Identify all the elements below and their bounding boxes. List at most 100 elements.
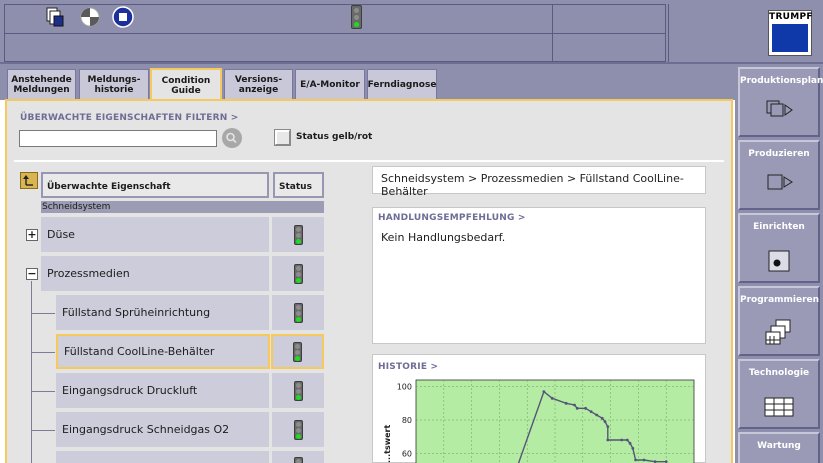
filter-input[interactable] (19, 130, 217, 147)
tab-anstehende-meldungen[interactable]: Anstehende Meldungen (7, 69, 76, 100)
search-icon (226, 132, 237, 144)
data-point (620, 438, 624, 442)
section-divider (14, 160, 724, 162)
tab-bar: Anstehende Meldungen Meldungs- historie … (0, 64, 735, 102)
traffic-light-icon (351, 5, 362, 29)
y-tick-label: 60 (402, 449, 412, 458)
tree-group-label: Schneidsystem (41, 201, 324, 213)
technology-table-icon (740, 397, 818, 417)
data-point (606, 438, 610, 442)
filter-title[interactable]: ÜBERWACHTE EIGENSCHAFTEN FILTERN > (20, 113, 239, 123)
tree-row-fuellstand-spruehe[interactable]: Füllstand Sprüheinrichtung (56, 295, 269, 330)
tab-condition-guide[interactable]: Condition Guide (150, 68, 222, 102)
nav-einrichten[interactable]: Einrichten (738, 213, 820, 283)
tree-up-button[interactable] (20, 172, 38, 189)
status-light (272, 451, 324, 463)
data-point (606, 425, 610, 429)
tree-row-label: Füllstand Sprüheinrichtung (62, 306, 211, 319)
status-filter-label: Status gelb/rot (296, 132, 373, 142)
nav-label: Programmieren (740, 295, 820, 305)
history-chart: 100 80 60 ...tswert (383, 379, 695, 463)
data-point (550, 396, 554, 400)
toolbar-divider (552, 4, 553, 62)
nav-label: Produktionsplan (740, 76, 823, 86)
traffic-light-icon (293, 302, 303, 323)
tab-ferndiagnose[interactable]: Ferndiagnose (367, 69, 437, 100)
status-light (271, 334, 324, 369)
status-light (272, 412, 324, 447)
tree-row-label: Eingangsdruck Schneidgas O2 (62, 423, 230, 436)
collapse-toggle[interactable]: − (26, 268, 38, 280)
tree-row-schneidgas-o2[interactable]: Eingangsdruck Schneidgas O2 (56, 412, 269, 447)
tree-row-druckluft[interactable]: Eingangsdruck Druckluft (56, 373, 269, 408)
data-point (642, 458, 646, 462)
tree-row-label: Eingangsdruck Druckluft (62, 384, 198, 397)
nav-label: Technologie (748, 368, 810, 378)
tree-connector (31, 281, 32, 463)
tab-label: E/A-Monitor (300, 80, 360, 90)
nav-wartung[interactable]: Wartung (738, 432, 820, 463)
copy-pages-icon[interactable] (44, 6, 66, 28)
data-point (600, 416, 604, 420)
tab-label: Anstehende Meldungen (11, 75, 72, 95)
nav-technologie[interactable]: Technologie (738, 359, 820, 429)
y-tick-label: 100 (397, 383, 412, 392)
y-axis-label: ...tswert (383, 425, 392, 463)
column-header-property[interactable]: Überwachte Eigenschaft (41, 172, 269, 198)
tree-row-label: Prozessmedien (47, 267, 130, 280)
data-point (589, 410, 593, 414)
expand-toggle[interactable]: + (26, 229, 38, 241)
status-light (272, 373, 324, 408)
traffic-light-icon (293, 341, 302, 362)
nav-programmieren[interactable]: Programmieren (738, 286, 820, 356)
tree-row-prozessmedien[interactable]: Prozessmedien (41, 256, 269, 291)
programming-icon (740, 318, 818, 348)
tree-row[interactable] (56, 451, 269, 463)
tab-meldungshistorie[interactable]: Meldungs- historie (79, 69, 149, 100)
data-point (603, 420, 607, 424)
traffic-light-icon (293, 419, 303, 440)
logo-text: TRUMPF (769, 12, 813, 22)
produce-icon (740, 170, 818, 192)
nav-label: Wartung (757, 441, 801, 451)
nav-produktionsplan[interactable]: Produktionsplan (738, 67, 823, 137)
data-point (573, 403, 576, 407)
traffic-light-icon (293, 457, 303, 463)
data-point (625, 438, 629, 442)
tree-row-label: Füllstand CoolLine-Behälter (64, 345, 215, 358)
nav-produzieren[interactable]: Produzieren (738, 140, 820, 210)
tab-label: Condition Guide (161, 76, 211, 96)
status-filter-checkbox[interactable] (274, 129, 291, 146)
filter-search-button[interactable] (222, 128, 242, 148)
tree-row-fuellstand-coolline[interactable]: Füllstand CoolLine-Behälter (56, 334, 270, 369)
history-title[interactable]: HISTORIE > (378, 362, 438, 372)
nav-label: Einrichten (753, 222, 805, 232)
data-point (595, 413, 599, 417)
recommendation-title[interactable]: HANDLUNGSEMPFEHLUNG > (378, 213, 526, 223)
setup-icon (740, 249, 818, 273)
quarter-circle-icon[interactable] (79, 6, 101, 28)
tab-versionsanzeige[interactable]: Versions- anzeige (224, 69, 293, 100)
tab-label: Versions- anzeige (234, 75, 283, 95)
tree-connector (31, 430, 55, 431)
status-light (272, 217, 324, 252)
tab-label: Ferndiagnose (367, 80, 437, 90)
toolbar-divider (668, 4, 669, 62)
status-light (272, 295, 324, 330)
tree-connector (31, 313, 55, 314)
data-point (575, 406, 579, 410)
breadcrumb: Schneidsystem > Prozessmedien > Füllstan… (372, 166, 706, 198)
column-header-status[interactable]: Status (273, 172, 324, 198)
tree-connector (31, 352, 55, 353)
tree-row-duese[interactable]: Düse (41, 217, 269, 252)
level-up-icon (23, 175, 33, 186)
stop-icon[interactable] (112, 6, 134, 28)
data-point (542, 390, 546, 394)
tab-ea-monitor[interactable]: E/A-Monitor (295, 69, 365, 100)
data-point (634, 458, 638, 462)
data-point (584, 406, 587, 410)
tree-connector (31, 391, 55, 392)
traffic-light-icon (293, 380, 303, 401)
recommendation-panel (372, 207, 706, 344)
tree-row-label: Düse (47, 228, 75, 241)
